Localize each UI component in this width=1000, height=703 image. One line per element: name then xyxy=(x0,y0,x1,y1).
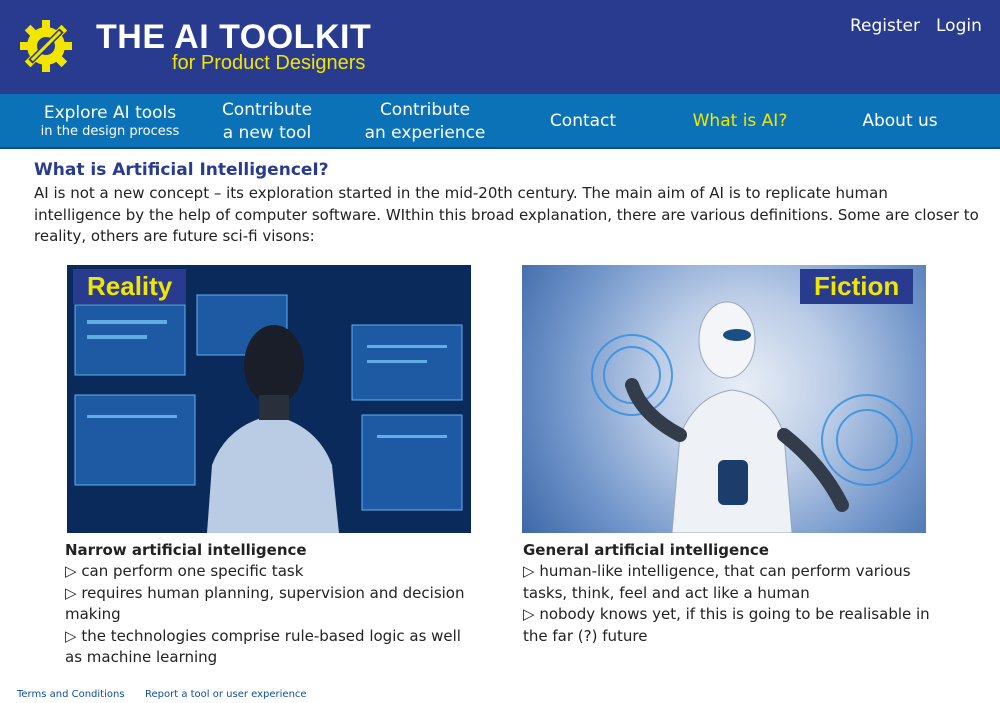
register-link[interactable]: Register xyxy=(850,16,920,36)
site-header: THE AI TOOLKIT for Product Designers Reg… xyxy=(0,0,1000,94)
nav-contact[interactable]: Contact xyxy=(528,94,638,149)
report-link[interactable]: Report a tool or user experience xyxy=(145,689,307,700)
nav-item-label: About us xyxy=(862,111,938,132)
page-title: What is Artificial IntelligenceI? xyxy=(34,160,329,180)
nav-contribute-tool[interactable]: Contribute a new tool xyxy=(202,94,332,149)
nav-what-is-ai[interactable]: What is AI? xyxy=(680,94,800,149)
nav-item-label-2: an experience xyxy=(364,122,486,143)
list-item: can perform one specific task xyxy=(65,561,475,583)
nav-about-us[interactable]: About us xyxy=(845,94,955,149)
nav-contribute-experience[interactable]: Contribute an experience xyxy=(355,94,495,149)
control-room-illustration xyxy=(67,265,471,533)
terms-link[interactable]: Terms and Conditions xyxy=(17,689,125,700)
list-item: human-like intelligence, that can perfor… xyxy=(523,561,933,604)
fiction-label: Fiction xyxy=(800,269,914,304)
reality-image: Reality xyxy=(67,265,471,533)
general-ai-title: General artificial intelligence xyxy=(523,541,769,559)
narrow-ai-list: can perform one specific task requires h… xyxy=(65,561,475,669)
nav-item-label: What is AI? xyxy=(692,111,788,132)
list-item: nobody knows yet, if this is going to be… xyxy=(523,604,933,647)
nav-item-label-2: a new tool xyxy=(222,122,312,143)
nav-item-label: Contact xyxy=(549,111,617,132)
general-ai-list: human-like intelligence, that can perfor… xyxy=(523,561,933,647)
fiction-image: Fiction xyxy=(522,265,926,533)
reality-label: Reality xyxy=(73,269,187,304)
nav-item-label: Contribute xyxy=(221,100,313,121)
nav-explore-ai-tools[interactable]: Explore AI tools in the design process xyxy=(30,94,190,149)
robot-illustration xyxy=(591,301,913,533)
login-link[interactable]: Login xyxy=(936,16,982,36)
list-item: the technologies comprise rule-based log… xyxy=(65,626,475,669)
site-subtitle: for Product Designers xyxy=(172,52,366,74)
nav-item-label: Explore AI tools xyxy=(43,103,177,123)
nav-item-label: Contribute xyxy=(379,100,471,121)
main-nav: Explore AI tools in the design process C… xyxy=(0,94,1000,149)
nav-item-sublabel: in the design process xyxy=(40,124,180,140)
list-item: requires human planning, supervision and… xyxy=(65,583,475,626)
narrow-ai-title: Narrow artificial intelligence xyxy=(65,541,307,559)
gear-wrench-icon[interactable] xyxy=(16,16,76,76)
intro-paragraph: AI is not a new concept – its exploratio… xyxy=(34,184,979,245)
